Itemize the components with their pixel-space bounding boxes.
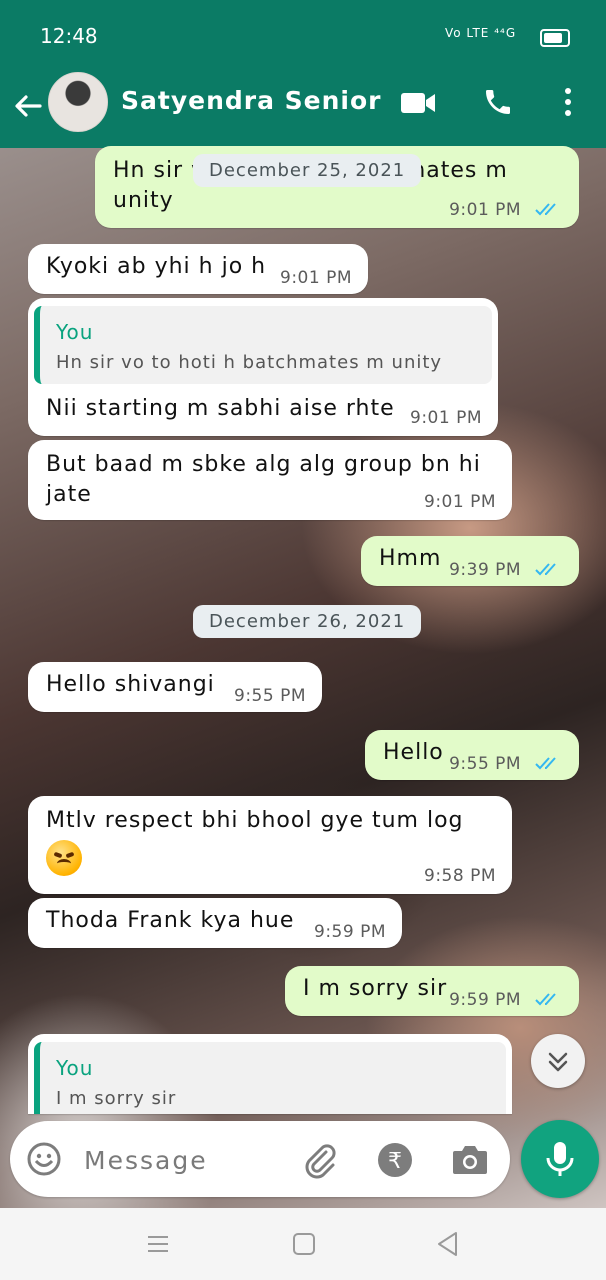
quote-text: Hn sir vo to hoti h batchmates m unity xyxy=(56,352,443,373)
quoted-message[interactable]: You Hn sir vo to hoti h batchmates m uni… xyxy=(34,306,492,384)
message-time: 9:55 PM xyxy=(449,754,563,774)
incoming-message[interactable]: Mtlv respect bhi bhool gye tum log 9:58 … xyxy=(28,796,512,894)
message-text: Nii starting m sabhi aise rhte xyxy=(46,396,395,421)
incoming-message[interactable]: Kyoki ab yhi h jo h 9:01 PM xyxy=(28,244,368,294)
message-time: 9:59 PM xyxy=(314,922,386,942)
message-time: 9:01 PM xyxy=(449,200,563,220)
message-text: I m sorry sir xyxy=(303,976,448,1001)
voice-record-button[interactable] xyxy=(521,1120,599,1198)
message-time: 9:58 PM xyxy=(424,866,496,886)
quote-text: I m sorry sir xyxy=(56,1088,177,1109)
microphone-icon xyxy=(546,1142,574,1176)
read-ticks-icon xyxy=(535,203,556,216)
date-separator: December 25, 2021 xyxy=(193,154,422,187)
incoming-message[interactable]: Thoda Frank kya hue 9:59 PM xyxy=(28,898,402,948)
message-time: 9:01 PM xyxy=(410,408,482,428)
svg-text:₹: ₹ xyxy=(388,1149,402,1174)
chat-header: Satyendra Senior xyxy=(0,72,606,148)
status-time: 12:48 xyxy=(40,24,98,48)
back-nav-icon[interactable] xyxy=(434,1230,462,1258)
message-text: But baad m sbke alg alg group bn hi jate xyxy=(46,452,481,507)
network-indicator: Vo LTE ⁴⁴G xyxy=(445,26,517,40)
payment-icon[interactable]: ₹ xyxy=(376,1141,414,1179)
video-call-icon[interactable] xyxy=(400,90,436,116)
back-arrow-icon[interactable] xyxy=(12,90,44,122)
message-text: Thoda Frank kya hue xyxy=(46,908,295,933)
quoted-message[interactable]: You I m sorry sir xyxy=(34,1042,506,1114)
message-time: 9:39 PM xyxy=(449,560,563,580)
message-text: Hello xyxy=(383,740,444,765)
quote-author: You xyxy=(56,1056,94,1080)
quote-author: You xyxy=(56,320,94,344)
read-ticks-icon xyxy=(535,563,556,576)
time-label: 9:01 PM xyxy=(449,200,522,220)
read-ticks-icon xyxy=(535,757,556,770)
status-bar: 12:48 Vo LTE ⁴⁴G xyxy=(0,0,606,72)
date-separator: December 26, 2021 xyxy=(193,605,422,638)
message-text: Mtlv respect bhi bhool gye tum log xyxy=(46,808,464,833)
recent-apps-icon[interactable] xyxy=(146,1232,170,1256)
message-composer: ₹ xyxy=(10,1121,510,1197)
voice-call-icon[interactable] xyxy=(482,86,514,118)
time-label: 9:55 PM xyxy=(449,754,522,774)
read-ticks-icon xyxy=(535,993,556,1006)
message-text: Kyoki ab yhi h jo h xyxy=(46,254,267,279)
contact-avatar[interactable] xyxy=(48,72,108,132)
message-input[interactable] xyxy=(82,1137,286,1183)
incoming-reply-message[interactable]: You I m sorry sir xyxy=(28,1034,512,1114)
message-time: 9:01 PM xyxy=(280,268,352,288)
message-time: 9:01 PM xyxy=(424,492,496,512)
time-label: 9:39 PM xyxy=(449,560,522,580)
message-text: Hello shivangi xyxy=(46,672,215,697)
incoming-message[interactable]: But baad m sbke alg alg group bn hi jate… xyxy=(28,440,512,520)
message-time: 9:59 PM xyxy=(449,990,563,1010)
double-chevron-down-icon xyxy=(548,1052,568,1072)
camera-icon[interactable] xyxy=(450,1141,490,1177)
message-time: 9:55 PM xyxy=(234,686,306,706)
message-text: Hmm xyxy=(379,546,442,571)
scroll-to-bottom-button[interactable] xyxy=(531,1034,585,1088)
outgoing-message[interactable]: Hmm 9:39 PM xyxy=(361,536,579,586)
incoming-reply-message[interactable]: You Hn sir vo to hoti h batchmates m uni… xyxy=(28,298,498,436)
attachment-icon[interactable] xyxy=(300,1141,340,1181)
outgoing-message[interactable]: Hello 9:55 PM xyxy=(365,730,579,780)
outgoing-message[interactable]: I m sorry sir 9:59 PM xyxy=(285,966,579,1016)
home-icon[interactable] xyxy=(292,1232,316,1256)
incoming-message[interactable]: Hello shivangi 9:55 PM xyxy=(28,662,322,712)
time-label: 9:59 PM xyxy=(449,990,522,1010)
more-options-icon[interactable] xyxy=(556,86,580,118)
system-navigation-bar xyxy=(0,1208,606,1280)
angry-face-emoji-icon xyxy=(46,840,82,876)
battery-icon xyxy=(540,29,570,47)
emoji-icon[interactable] xyxy=(26,1141,62,1177)
contact-name[interactable]: Satyendra Senior xyxy=(121,86,382,115)
